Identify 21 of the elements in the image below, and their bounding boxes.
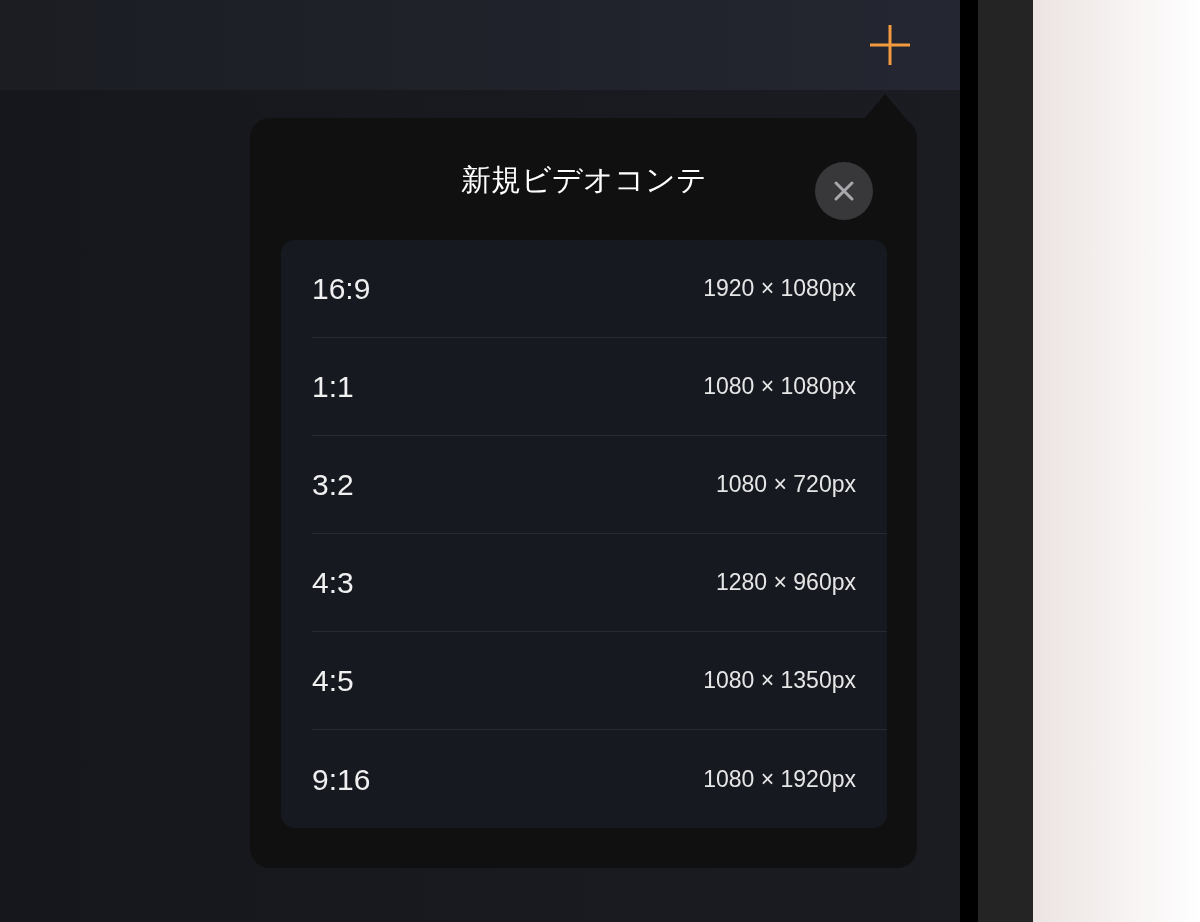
aspect-ratio: 9:16 (312, 761, 371, 798)
pixel-size: 1920 × 1080px (703, 274, 856, 304)
pixel-size: 1080 × 1080px (703, 372, 856, 402)
aspect-ratio: 4:5 (312, 663, 354, 699)
aspect-ratio: 16:9 (312, 271, 371, 307)
aspect-ratio: 4:3 (312, 565, 354, 601)
aspect-ratio: 3:2 (312, 467, 354, 503)
size-option[interactable]: 3:2 1080 × 720px (312, 436, 887, 534)
pixel-size: 1080 × 720px (715, 470, 856, 500)
size-option[interactable]: 9:16 1080 × 1920px (312, 730, 887, 828)
pixel-size: 1080 × 1350px (703, 666, 856, 696)
aspect-ratio: 1:1 (312, 369, 354, 405)
pixel-size: 1280 × 960px (715, 568, 856, 598)
size-option[interactable]: 4:5 1080 × 1350px (312, 632, 887, 730)
pixel-size: 1080 × 1920px (703, 764, 856, 794)
size-option[interactable]: 1:1 1080 × 1080px (312, 338, 887, 436)
popover-title: 新規ビデオコンテ (460, 160, 707, 199)
close-icon (833, 180, 855, 202)
plus-icon (868, 23, 912, 67)
size-option[interactable]: 4:3 1280 × 960px (312, 534, 887, 632)
size-option[interactable]: 16:9 1920 × 1080px (312, 240, 887, 338)
